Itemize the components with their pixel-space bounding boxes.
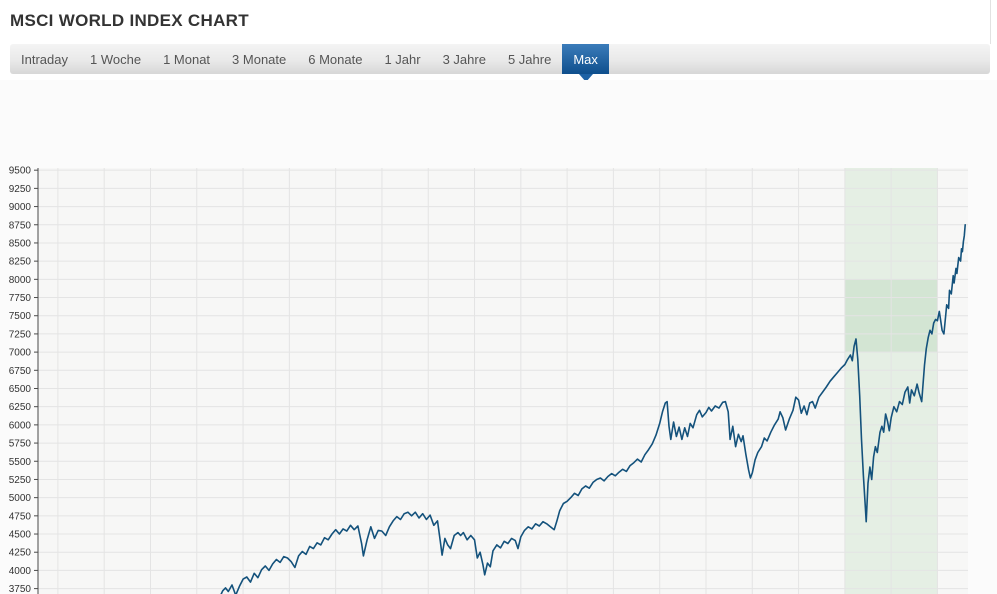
- container-border: [990, 0, 991, 44]
- tab-label: 1 Monat: [163, 52, 210, 67]
- tab-label: 1 Jahr: [384, 52, 420, 67]
- y-tick-label: 7250: [9, 329, 32, 340]
- y-tick-label: 4000: [9, 566, 32, 577]
- y-tick-label: 9000: [9, 202, 32, 213]
- y-tick-label: 7000: [9, 348, 32, 359]
- y-tick-label: 6250: [9, 402, 32, 413]
- y-tick-label: 6750: [9, 366, 32, 377]
- tab-1-jahr[interactable]: 1 Jahr: [373, 44, 431, 74]
- y-tick-label: 5750: [9, 439, 32, 450]
- tab-6-monate[interactable]: 6 Monate: [297, 44, 373, 74]
- y-tick-label: 6000: [9, 420, 32, 431]
- chart-region: 3250350037504000425045004750500052505500…: [0, 80, 997, 594]
- tab-intraday[interactable]: Intraday: [10, 44, 79, 74]
- y-tick-label: 9500: [9, 166, 32, 177]
- tab-label: 6 Monate: [308, 52, 362, 67]
- y-tick-label: 4500: [9, 530, 32, 541]
- tab-3-jahre[interactable]: 3 Jahre: [432, 44, 497, 74]
- y-tick-label: 6500: [9, 384, 32, 395]
- y-tick-label: 4750: [9, 511, 32, 522]
- tab-label: Max: [573, 52, 598, 67]
- chart-canvas[interactable]: 3250350037504000425045004750500052505500…: [0, 80, 997, 594]
- tab-label: Intraday: [21, 52, 68, 67]
- y-tick-label: 5000: [9, 493, 32, 504]
- y-tick-label: 8500: [9, 238, 32, 249]
- tab-label: 1 Woche: [90, 52, 141, 67]
- timeframe-tabbar: Intraday 1 Woche 1 Monat 3 Monate 6 Mona…: [10, 44, 990, 74]
- y-tick-label: 8250: [9, 257, 32, 268]
- plot-area[interactable]: [38, 168, 968, 594]
- y-tick-label: 5500: [9, 457, 32, 468]
- y-tick-label: 8750: [9, 220, 32, 231]
- y-tick-label: 3750: [9, 584, 32, 594]
- tab-1-woche[interactable]: 1 Woche: [79, 44, 152, 74]
- y-tick-label: 4250: [9, 548, 32, 559]
- y-tick-label: 7500: [9, 311, 32, 322]
- y-tick-label: 5250: [9, 475, 32, 486]
- tab-label: 3 Monate: [232, 52, 286, 67]
- tab-1-monat[interactable]: 1 Monat: [152, 44, 221, 74]
- tab-5-jahre[interactable]: 5 Jahre: [497, 44, 562, 74]
- page-title: MSCI WORLD INDEX CHART: [10, 11, 249, 31]
- tab-max[interactable]: Max: [562, 44, 609, 74]
- tab-label: 5 Jahre: [508, 52, 551, 67]
- tab-3-monate[interactable]: 3 Monate: [221, 44, 297, 74]
- tab-label: 3 Jahre: [443, 52, 486, 67]
- y-tick-label: 8000: [9, 275, 32, 286]
- y-tick-label: 7750: [9, 293, 32, 304]
- msci-world-chart-widget: MSCI WORLD INDEX CHART Intraday 1 Woche …: [0, 0, 997, 594]
- y-tick-label: 9250: [9, 184, 32, 195]
